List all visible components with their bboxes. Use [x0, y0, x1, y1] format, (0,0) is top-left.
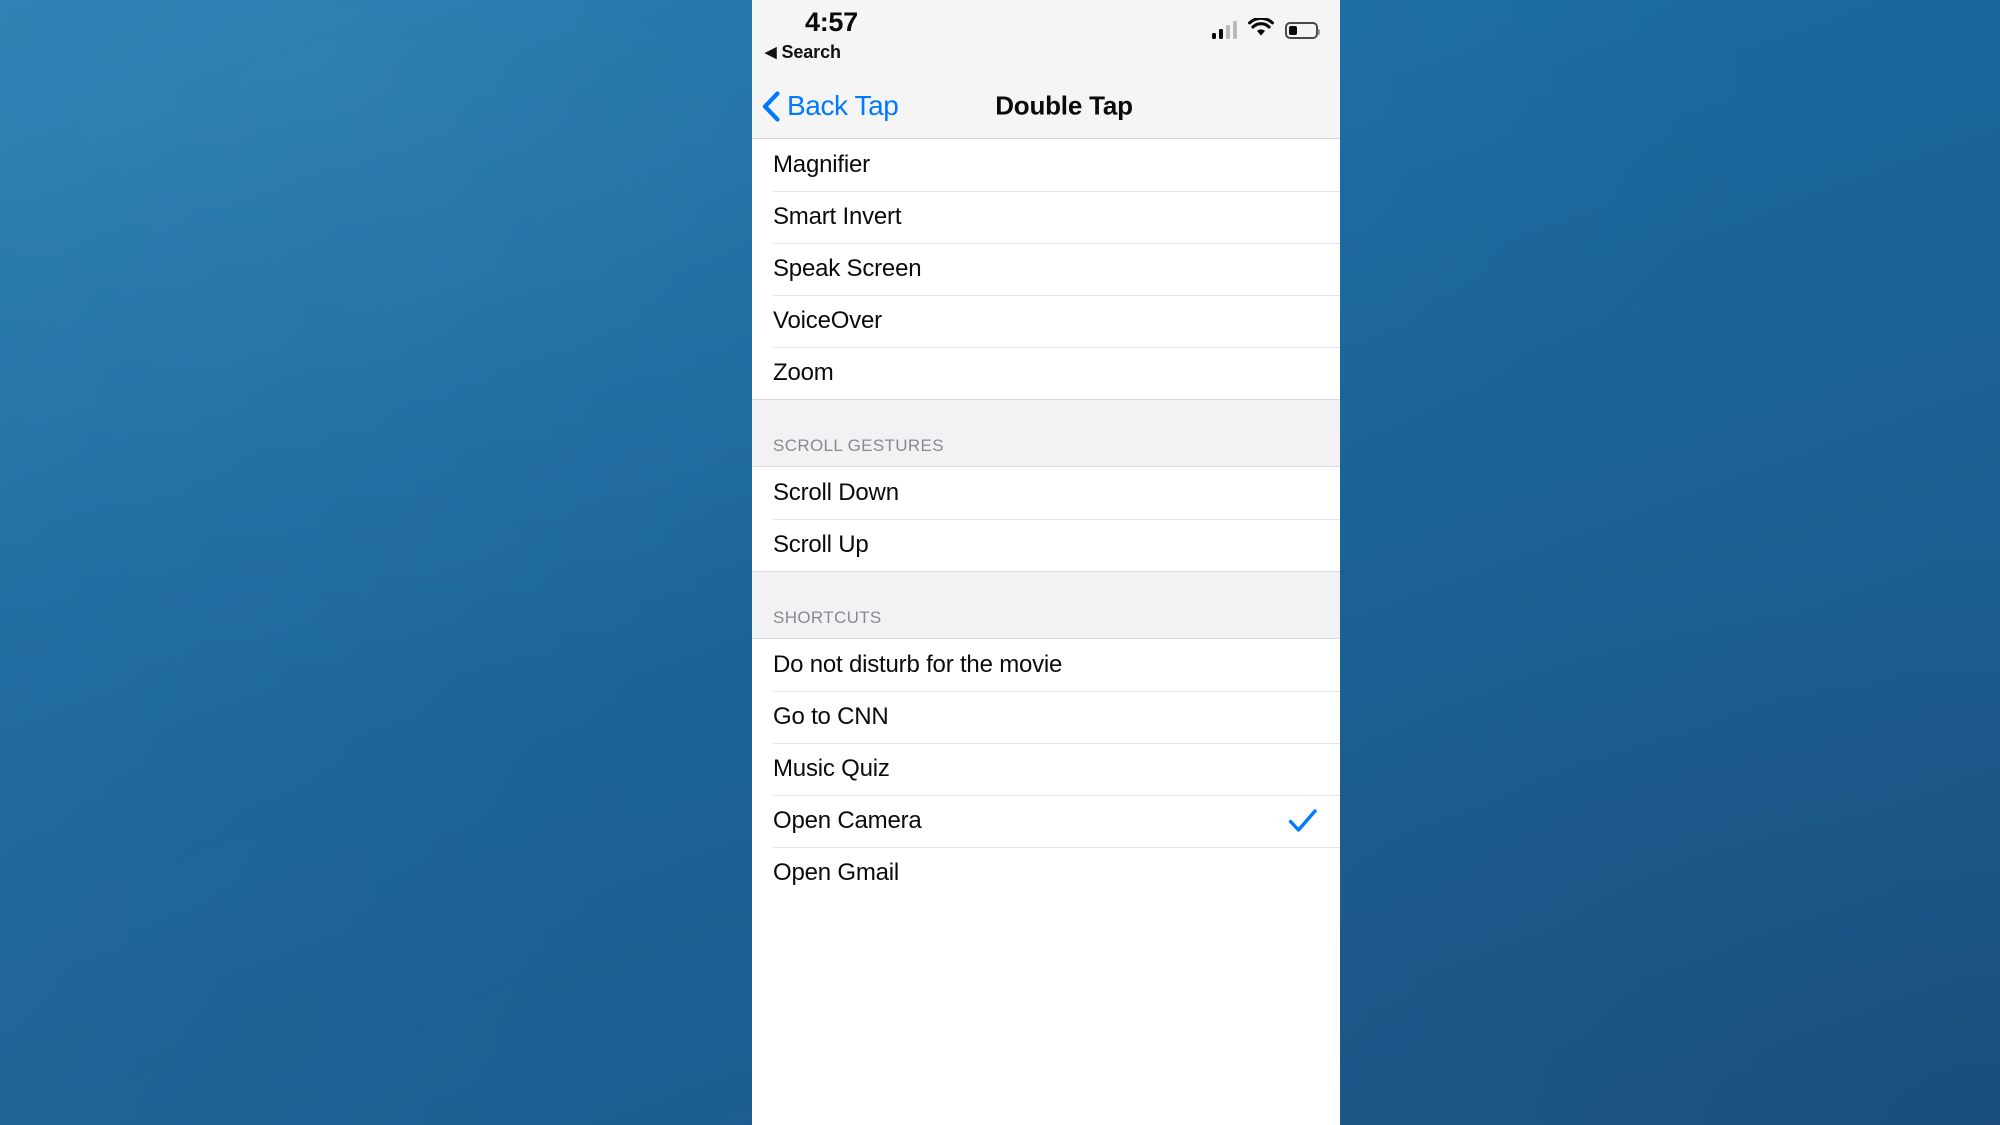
list-item-label: Go to CNN: [773, 703, 889, 730]
list-item[interactable]: Smart Invert: [752, 191, 1340, 243]
section-header-scroll-gestures: SCROLL GESTURES: [752, 399, 1340, 467]
checkmark-icon: [1288, 808, 1318, 834]
list-item[interactable]: Open Gmail: [752, 847, 1340, 899]
list-item-label: Scroll Down: [773, 479, 899, 506]
list-item[interactable]: Zoom: [752, 347, 1340, 399]
list-item[interactable]: Go to CNN: [752, 691, 1340, 743]
list-item[interactable]: Speak Screen: [752, 243, 1340, 295]
return-to-search-label: Search: [781, 42, 841, 62]
list-item-label: Scroll Up: [773, 531, 869, 558]
list-item-label: Open Camera: [773, 807, 922, 834]
list-item[interactable]: VoiceOver: [752, 295, 1340, 347]
list-item[interactable]: Do not disturb for the movie: [752, 639, 1340, 691]
list-item-label: Speak Screen: [773, 255, 922, 282]
back-triangle-icon: ◀: [765, 44, 777, 61]
list-item-label: VoiceOver: [773, 307, 882, 334]
list-item-label: Music Quiz: [773, 755, 890, 782]
iphone-screen-panel: 4:57 ◀ Search Back Tap Double Tap Magnif…: [752, 0, 1340, 1125]
list-item-label: Smart Invert: [773, 203, 902, 230]
page-title: Double Tap: [995, 90, 1133, 121]
wifi-icon: [1248, 16, 1274, 42]
return-to-search-button[interactable]: ◀ Search: [765, 42, 841, 63]
list-item-label: Open Gmail: [773, 859, 900, 886]
status-bar: 4:57 ◀ Search: [752, 0, 1340, 74]
list-item-label: Do not disturb for the movie: [773, 651, 1063, 678]
list-item-label: Magnifier: [773, 151, 870, 178]
list-item-label: Zoom: [773, 359, 834, 386]
navigation-bar: Back Tap Double Tap: [752, 74, 1340, 139]
list-item[interactable]: Scroll Down: [752, 467, 1340, 519]
battery-low-icon: [1285, 21, 1320, 39]
status-bar-indicators: [1211, 16, 1320, 42]
section-header-label: SCROLL GESTURES: [773, 436, 944, 455]
cellular-bars-icon: [1211, 21, 1237, 39]
section-header-shortcuts: SHORTCUTS: [752, 571, 1340, 639]
list-item[interactable]: Open Camera: [752, 795, 1340, 847]
section-header-label: SHORTCUTS: [773, 608, 882, 627]
list-item[interactable]: Scroll Up: [752, 519, 1340, 571]
status-bar-clock: 4:57: [805, 7, 858, 37]
list-item[interactable]: Music Quiz: [752, 743, 1340, 795]
settings-list: Magnifier Smart Invert Speak Screen VoiceOv…: [752, 139, 1340, 899]
list-item[interactable]: Magnifier: [752, 139, 1340, 191]
